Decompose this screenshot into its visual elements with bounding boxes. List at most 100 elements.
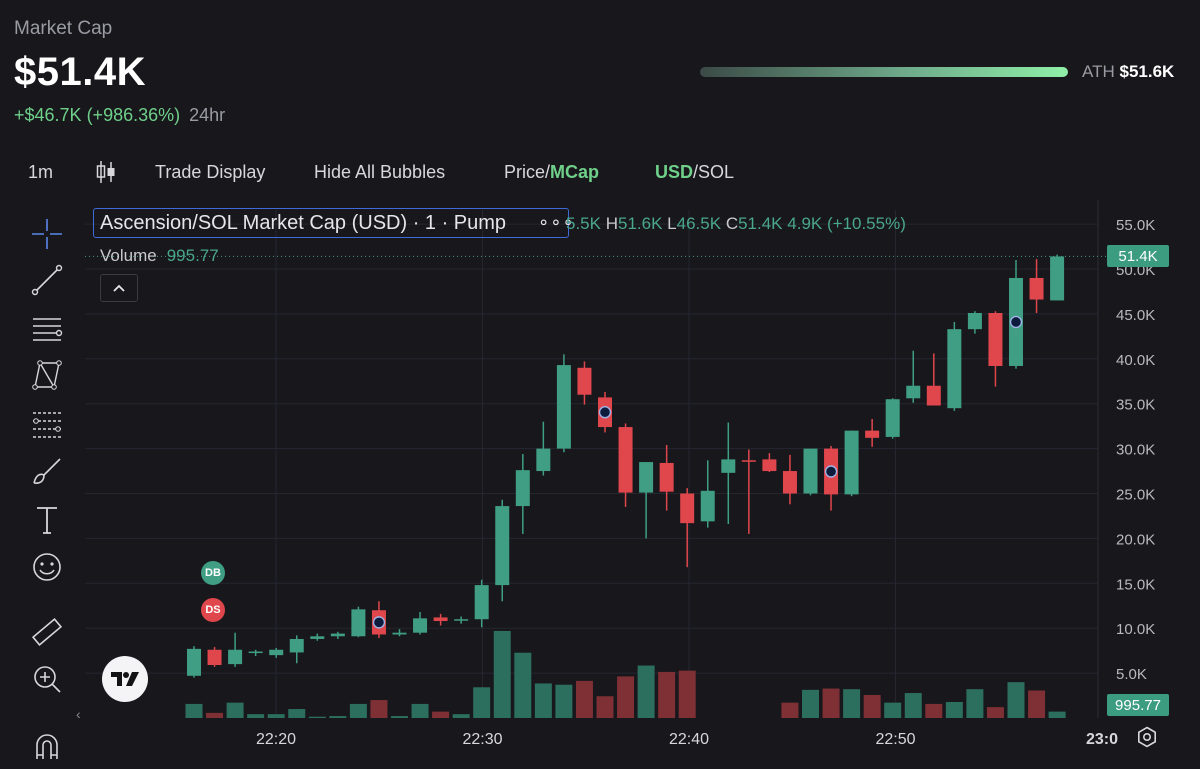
volume-bar xyxy=(658,671,676,718)
x-tick-label: 22:50 xyxy=(875,731,915,748)
candle-body xyxy=(330,633,345,637)
dev-buy-marker[interactable]: DB xyxy=(201,561,225,585)
volume-bar xyxy=(802,689,819,718)
sol-label: /SOL xyxy=(693,162,735,182)
volume-bar xyxy=(185,703,203,718)
trade-bubble xyxy=(598,406,612,419)
volume-bar xyxy=(308,716,326,718)
volume-bar xyxy=(863,694,881,718)
candle-body xyxy=(947,329,962,409)
volume-bar xyxy=(637,665,655,718)
volume-bar xyxy=(452,714,470,718)
candle-body xyxy=(762,459,777,472)
change-value: 4.9K (+10.55%) xyxy=(787,214,906,233)
candle-body xyxy=(536,448,551,472)
candle-body xyxy=(413,618,428,633)
volume-value: 995.77 xyxy=(166,246,219,265)
market-cap-value: $51.4K xyxy=(14,50,146,94)
volume-bar xyxy=(1048,711,1066,718)
volume-legend: Volume 995.77 xyxy=(100,246,219,266)
volume-bar xyxy=(1007,682,1025,718)
volume-bar xyxy=(226,702,244,718)
candle-body xyxy=(926,385,941,406)
ath-text: ATH $51.6K xyxy=(1082,62,1174,82)
open-fragment: 5.5K xyxy=(566,214,601,233)
candle-body xyxy=(392,632,407,635)
volume-bar xyxy=(267,714,285,718)
candle-body xyxy=(782,471,797,494)
volume-bar xyxy=(966,689,984,718)
candle-body xyxy=(577,367,592,395)
low-label: L xyxy=(667,214,677,233)
y-tick-label: 35.0K xyxy=(1116,397,1155,414)
volume-bar xyxy=(206,712,224,718)
volume-bar xyxy=(678,670,696,718)
y-tick-label: 25.0K xyxy=(1116,487,1155,504)
gear-icon[interactable] xyxy=(1136,726,1158,748)
volume-bar xyxy=(432,711,450,718)
tradingview-logo-icon xyxy=(111,672,139,686)
volume-bar xyxy=(904,693,922,718)
candle-body xyxy=(515,470,530,507)
price-label: Price/ xyxy=(504,162,551,182)
volume-bar xyxy=(986,707,1004,718)
hide-bubbles-button[interactable]: Hide All Bubbles xyxy=(314,162,445,183)
volume-bar xyxy=(329,716,347,718)
dev-sell-marker[interactable]: DS xyxy=(201,598,225,622)
candle-body xyxy=(248,651,263,654)
candle-body xyxy=(865,430,880,438)
volume-bar xyxy=(534,683,552,718)
candle-body xyxy=(988,313,1003,366)
low-value: 46.5K xyxy=(676,214,722,233)
usd-label: USD xyxy=(655,162,694,182)
tradingview-logo[interactable] xyxy=(102,656,148,702)
candle-body xyxy=(269,649,284,656)
volume-bar xyxy=(288,709,306,718)
trade-display-button[interactable]: Trade Display xyxy=(155,162,265,183)
volume-bar xyxy=(617,676,635,718)
market-cap-chart[interactable]: 5.0K 10.0K 15.0K 20.0K 25.0K 30.0K 35.0K 40.0K 4… xyxy=(0,200,1200,769)
last-volume-tag: 995.77 xyxy=(1107,694,1169,716)
x-tick-label: 22:40 xyxy=(669,731,709,748)
legend-title: Ascension/SOL Market Cap (USD) · 1 · Pum… xyxy=(100,212,507,234)
volume-bar xyxy=(843,689,861,718)
change-period: 24hr xyxy=(189,105,226,125)
candles-icon[interactable] xyxy=(95,160,117,184)
close-value: 51.4K xyxy=(738,214,783,233)
candle-body xyxy=(844,430,859,495)
trade-bubble xyxy=(372,616,386,629)
collapse-legend-button[interactable] xyxy=(100,274,138,302)
chevron-up-icon xyxy=(113,284,125,292)
trade-bubble xyxy=(824,465,838,478)
volume-bar xyxy=(370,700,388,718)
volume-bar xyxy=(391,716,408,718)
y-tick-label: 55.0K xyxy=(1116,217,1155,234)
volume-bar xyxy=(473,687,491,718)
volume-bar xyxy=(945,702,963,718)
high-label: H xyxy=(605,214,618,233)
candle-body xyxy=(351,609,366,637)
close-label: C xyxy=(725,214,739,233)
candle-body xyxy=(803,448,818,494)
ath-progress-bar xyxy=(700,67,1068,77)
volume-bar xyxy=(555,684,573,718)
usd-sol-toggle[interactable]: USD/SOL xyxy=(655,162,734,183)
candle-body xyxy=(741,460,756,462)
candle-body xyxy=(659,462,674,492)
candle-body xyxy=(207,649,222,666)
price-mcap-toggle[interactable]: Price/MCap xyxy=(504,162,599,183)
ath-label: ATH xyxy=(1082,62,1115,81)
volume-bar xyxy=(514,652,532,718)
volume-bar xyxy=(349,703,367,718)
volume-bar xyxy=(1028,690,1046,718)
candle-body xyxy=(906,385,921,399)
mcap-label: MCap xyxy=(550,162,600,182)
volume-bar xyxy=(411,703,429,718)
x-tick-label: 23:0 xyxy=(1086,731,1118,748)
interval-button[interactable]: 1m xyxy=(28,162,53,183)
candle-body xyxy=(1050,256,1065,301)
candle-body xyxy=(495,506,510,586)
volume-bar xyxy=(247,714,265,718)
ohlc-values: 5.5K H51.6K L46.5K C51.4K 4.9K (+10.55%) xyxy=(566,214,906,234)
volume-bar xyxy=(884,702,902,718)
